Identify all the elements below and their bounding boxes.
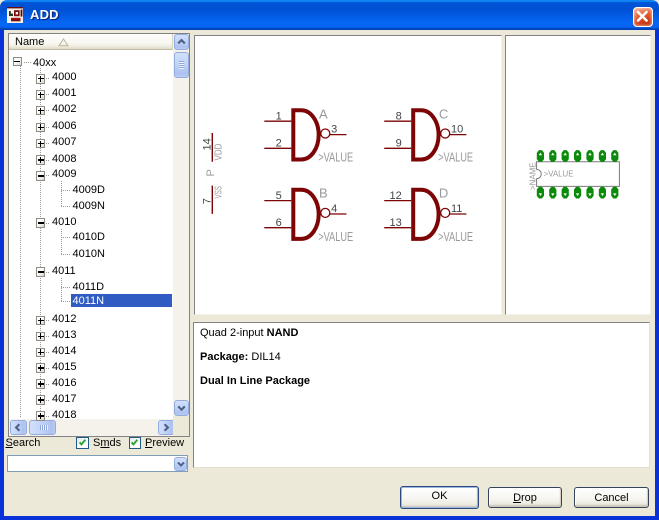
svg-text:>VALUE: >VALUE — [438, 150, 473, 165]
svg-text:11: 11 — [451, 203, 462, 215]
svg-text:C: C — [439, 106, 448, 121]
svg-text:A: A — [319, 106, 328, 121]
svg-text:B: B — [319, 186, 328, 201]
svg-text:>VALUE: >VALUE — [438, 229, 473, 244]
svg-text:2: 2 — [276, 138, 282, 150]
svg-text:12: 12 — [389, 190, 401, 202]
svg-text:VDD: VDD — [213, 144, 224, 161]
svg-text:>NAME: >NAME — [529, 163, 538, 191]
svg-text:14: 14 — [202, 138, 214, 150]
svg-text:5: 5 — [276, 190, 282, 202]
svg-text:>VALUE: >VALUE — [318, 229, 353, 244]
svg-text:VSS: VSS — [213, 186, 224, 198]
svg-text:10: 10 — [451, 124, 463, 136]
svg-text:8: 8 — [396, 111, 402, 123]
svg-text:1: 1 — [276, 111, 282, 123]
svg-text:D: D — [439, 186, 448, 201]
svg-text:P: P — [205, 169, 217, 176]
svg-text:7: 7 — [202, 198, 214, 204]
svg-text:13: 13 — [389, 217, 401, 229]
svg-text:6: 6 — [276, 217, 282, 229]
svg-text:9: 9 — [396, 138, 402, 150]
svg-text:4: 4 — [331, 203, 337, 215]
svg-text:>VALUE: >VALUE — [318, 150, 353, 165]
svg-text:3: 3 — [331, 124, 337, 136]
svg-text:>VALUE: >VALUE — [544, 170, 574, 179]
